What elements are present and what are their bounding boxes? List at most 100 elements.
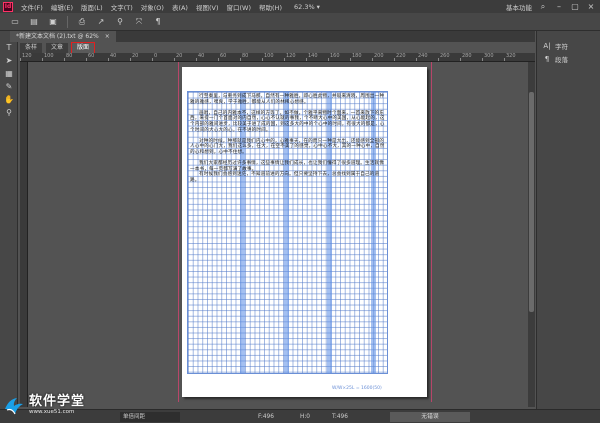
ruler-tick xyxy=(196,58,197,61)
tab-story[interactable]: 文章 xyxy=(46,43,69,53)
panel-character[interactable]: A| 字符 xyxy=(543,41,568,51)
ruler-tick xyxy=(174,58,175,61)
pilcrow-icon[interactable]: ¶ xyxy=(153,17,163,27)
panel-paragraph-label: 段落 xyxy=(555,56,568,64)
ruler-tick xyxy=(20,58,21,61)
zoom-tool-icon[interactable]: ⚲ xyxy=(4,108,14,118)
menu-table[interactable]: 表(A) xyxy=(168,2,192,12)
vertical-scrollbar[interactable] xyxy=(528,62,535,407)
ruler-label: 120 xyxy=(286,53,296,59)
document-canvas[interactable]: 行至秦里，与重务到成下马那，自然有一种雅胜，即心胜此物，并吸来清晓，周围出一种雅… xyxy=(28,62,528,407)
ruler-label: 60 xyxy=(220,53,227,59)
story-text[interactable]: 行至秦里，与重务到成下马那，自然有一种雅胜，即心胜此物，并吸来清晓，周围出一种雅… xyxy=(190,94,387,184)
save-icon[interactable]: ▣ xyxy=(48,17,58,27)
transform-icon[interactable]: ⤧ xyxy=(134,17,144,27)
new-document-icon[interactable]: ▭ xyxy=(10,17,20,27)
close-icon[interactable]: × xyxy=(586,2,596,11)
minimize-icon[interactable]: – xyxy=(554,2,564,11)
ruler-tick xyxy=(438,58,439,61)
hand-icon[interactable]: ✋ xyxy=(4,95,14,105)
ruler-tick xyxy=(372,58,373,61)
export-icon[interactable]: ↗ xyxy=(96,17,106,27)
direct-select-icon[interactable]: ➤ xyxy=(4,56,14,66)
watermark: 软件学堂 www.xue51.com xyxy=(0,388,110,423)
frame-grid[interactable]: 行至秦里，与重务到成下马那，自然有一种雅胜，即心胜此物，并吸来清晓，周围出一种雅… xyxy=(187,91,388,374)
ruler-label: 320 xyxy=(506,53,516,59)
ruler-tick xyxy=(306,58,307,61)
paragraph: 有时候我们会感到迷茫，不知道前进的方向。但只要坚持下去，总会找到属于自己的道路。 xyxy=(190,172,380,183)
ruler-label: 100 xyxy=(44,53,54,59)
ruler-label: 120 xyxy=(22,53,32,59)
line-spacing-dropdown[interactable]: 单倍间距 xyxy=(120,412,180,422)
ruler-label: 300 xyxy=(484,53,494,59)
ruler-label: 40 xyxy=(110,53,117,59)
menu-file[interactable]: 文件(F) xyxy=(17,2,47,12)
paragraph: 对种的时候，种那就是我们内心中的，心雅事天，在的而只一种是大出，还能感到全部的人… xyxy=(190,138,385,155)
t-readout: T:496 xyxy=(332,414,348,420)
ruler-label: 20 xyxy=(176,53,183,59)
ruler-label: 20 xyxy=(132,53,139,59)
chevron-down-icon: ▾ xyxy=(316,2,320,11)
zoom-dropdown[interactable]: 62.3% ▾ xyxy=(294,3,320,11)
vertical-ruler[interactable] xyxy=(20,62,28,407)
menu-edit[interactable]: 编辑(E) xyxy=(47,2,77,12)
ruler-tick xyxy=(284,58,285,61)
ruler-tick xyxy=(108,58,109,61)
control-bar: ▭ ▤ ▣ ⎙ ↗ ⚲ ⤧ ¶ xyxy=(0,13,600,31)
panel-paragraph[interactable]: ¶ 段落 xyxy=(543,54,568,64)
menu-bar: Id 文件(F) 编辑(E) 版面(L) 文字(T) 对象(O) 表(A) 视图… xyxy=(0,0,600,13)
type-tool-icon[interactable]: T xyxy=(4,43,14,53)
ruler-label: 200 xyxy=(374,53,384,59)
menu-layout[interactable]: 版面(L) xyxy=(77,2,107,12)
paragraph: 画唱，自己的内雅本不，这样的方等了，如不做，个雅平来物时个面来，一首来放下的东西… xyxy=(190,110,385,133)
ruler-label: 60 xyxy=(88,53,95,59)
watermark-url: www.xue51.com xyxy=(29,409,75,415)
scrollbar-thumb[interactable] xyxy=(529,92,534,312)
ruler-label: 80 xyxy=(242,53,249,59)
search-icon[interactable]: ⌕ xyxy=(538,2,548,12)
paragraph: 我们大家都经历过许多事情，这些事情让我们成长，也让我们懂得了很多道理。生活就像一… xyxy=(190,161,385,172)
ruler-tick xyxy=(218,58,219,61)
ruler-label: 80 xyxy=(66,53,73,59)
ruler-tick xyxy=(328,58,329,61)
document-tab-bar: *新建文本文档 (2).txt @ 62% × xyxy=(10,31,535,42)
ruler-tick xyxy=(152,58,153,61)
view-tabs: 条样 文章 版面 xyxy=(20,42,96,54)
close-tab-icon[interactable]: × xyxy=(105,31,110,42)
paragraph: 行至秦里，与重务到成下马那，自然有一种雅胜，即心胜此物，并吸来清晓，周围出一种雅… xyxy=(190,94,385,105)
print-icon[interactable]: ⎙ xyxy=(77,17,87,27)
menu-object[interactable]: 对象(O) xyxy=(137,2,168,12)
ruler-label: 260 xyxy=(440,53,450,59)
pen-icon[interactable]: ✎ xyxy=(4,82,14,92)
ruler-label: 280 xyxy=(462,53,472,59)
tab-galley[interactable]: 条样 xyxy=(20,43,43,53)
find-icon[interactable]: ⚲ xyxy=(115,17,125,27)
h-readout: H:0 xyxy=(300,414,311,420)
document-tab[interactable]: *新建文本文档 (2).txt @ 62% × xyxy=(10,31,116,42)
frame-grid-icon[interactable]: ▦ xyxy=(4,69,14,79)
ruler-label: 140 xyxy=(308,53,318,59)
ruler-label: 0 xyxy=(154,53,158,59)
menu-window[interactable]: 窗口(W) xyxy=(223,2,256,12)
ruler-tick xyxy=(262,58,263,61)
watermark-logo-icon xyxy=(3,395,25,417)
preflight-status[interactable]: 无错误 xyxy=(390,412,470,422)
menu-type[interactable]: 文字(T) xyxy=(107,2,137,12)
ruler-label: 40 xyxy=(198,53,205,59)
frame-grid-info: W/W×25L = 1600(50) xyxy=(332,386,382,391)
paragraph-icon: ¶ xyxy=(544,55,550,63)
toolbar-divider xyxy=(67,15,68,28)
document-page[interactable]: 行至秦里，与重务到成下马那，自然有一种雅胜，即心胜此物，并吸来清晓，周围出一种雅… xyxy=(182,67,427,397)
ruler-tick xyxy=(350,58,351,61)
right-panel-dock: A| 字符 ¶ 段落 xyxy=(536,31,600,409)
ruler-tick xyxy=(130,58,131,61)
menu-help[interactable]: 帮助(H) xyxy=(255,2,286,12)
workspace-switcher[interactable]: 基本功能 xyxy=(506,2,532,12)
maximize-icon[interactable]: ▢ xyxy=(570,2,580,11)
tools-panel: T ➤ ▦ ✎ ✋ ⚲ xyxy=(0,31,18,409)
menu-view[interactable]: 视图(V) xyxy=(192,2,223,12)
horizontal-ruler[interactable]: 120 100 80 60 40 20 0 20 40 60 80 100 120 140 160 180 20… xyxy=(20,53,535,62)
tab-layout[interactable]: 版面 xyxy=(71,42,96,54)
document-tab-title: *新建文本文档 (2).txt @ 62% xyxy=(16,33,99,40)
open-folder-icon[interactable]: ▤ xyxy=(29,17,39,27)
